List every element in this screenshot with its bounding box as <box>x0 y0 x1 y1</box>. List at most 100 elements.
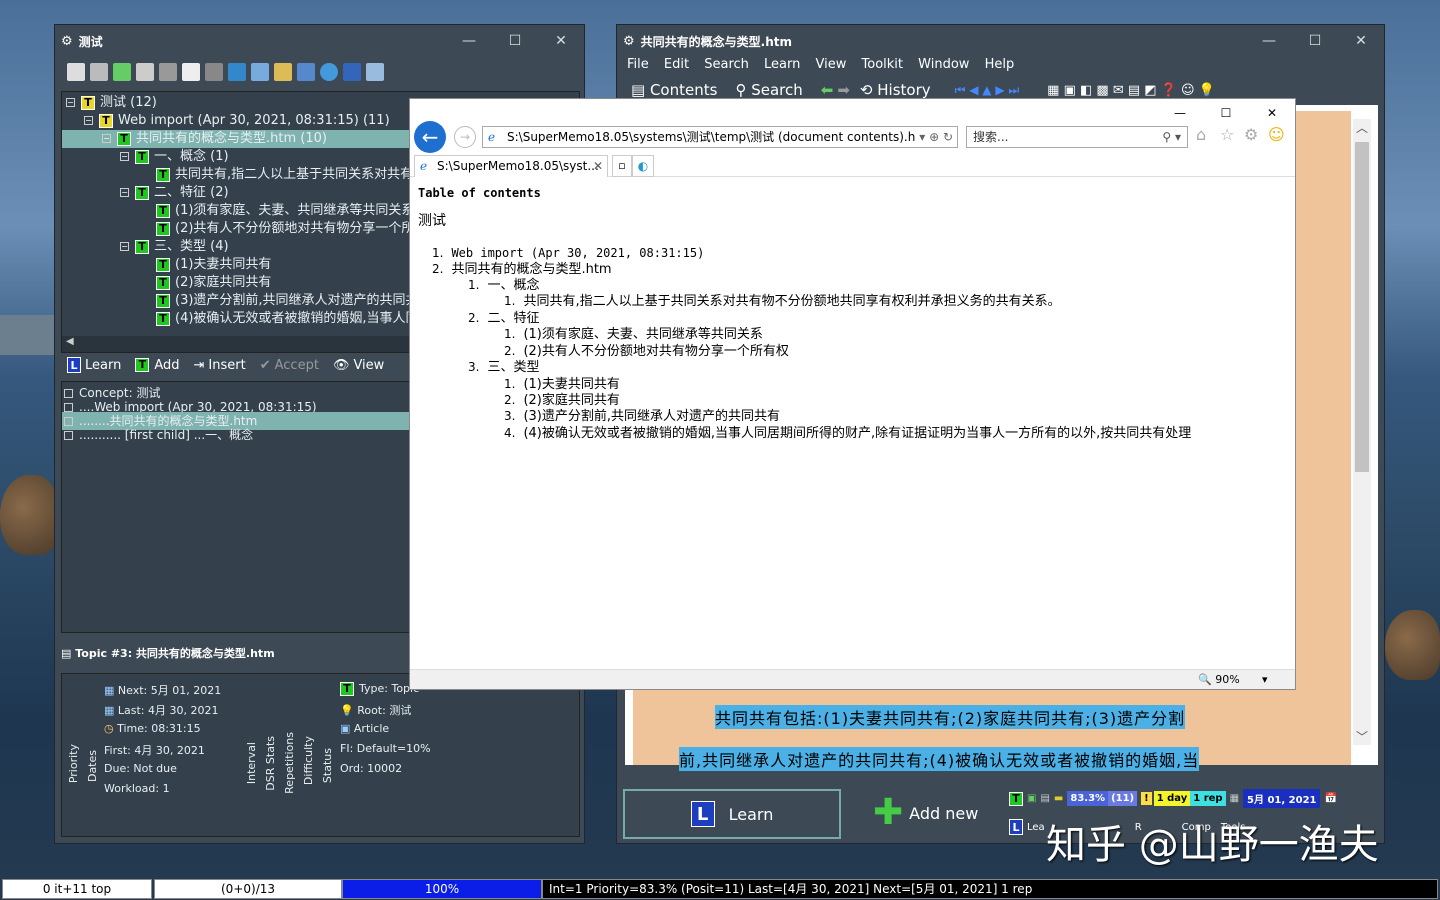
mini-learn[interactable]: Lea <box>1027 822 1045 833</box>
toc-item[interactable]: 3. 三、类型 <box>468 359 539 376</box>
view-button[interactable]: 👁 View <box>333 358 384 373</box>
list-item[interactable]: ........... [first child] ...一、概念 <box>64 426 253 444</box>
maximize-button[interactable]: ☐ <box>492 33 538 49</box>
tree-node[interactable]: − T 三、类型 (4) <box>120 238 229 256</box>
tree-node[interactable]: − T Web import (Apr 30, 2021, 08:31:15) (1… <box>84 112 390 130</box>
eye-icon[interactable] <box>182 63 200 81</box>
address-bar[interactable]: ℯ S:\SuperMemo18.05\systems\测试\temp\测试 (… <box>482 126 958 148</box>
toc-item[interactable]: 1. (1)夫妻共同共有 <box>504 376 620 393</box>
menu-file[interactable]: File <box>627 57 649 72</box>
tree-node[interactable]: − T 二、特征 (2) <box>120 184 229 202</box>
interval-label: Interval <box>245 742 258 785</box>
scrollbar-thumb[interactable] <box>1355 142 1369 472</box>
forward-button[interactable]: → <box>454 126 476 148</box>
tree-node[interactable]: − T 测试 (12) <box>66 94 157 112</box>
toc-item[interactable]: 4. (4)被确认无效或者被撤销的婚姻,当事人同居期间所得的财产,除有证据证明为当… <box>504 425 1191 442</box>
minimize-button[interactable]: — <box>1157 106 1203 120</box>
book-icon[interactable] <box>113 63 131 81</box>
ie-page-icon: ℯ <box>488 130 496 144</box>
toc-root: 测试 <box>418 213 446 229</box>
menu-view[interactable]: View <box>816 57 847 72</box>
toc-item[interactable]: 2. (2)共有人不分份额地对共有物分享一个所有权 <box>504 343 789 360</box>
close-button[interactable]: ✕ <box>1338 33 1384 49</box>
smiley-icon[interactable]: ☺ <box>1268 125 1285 144</box>
add-new-button[interactable]: ✚ Add new <box>873 795 978 831</box>
element-titlebar: ⚙ 共同共有的概念与类型.htm — ☐ ✕ <box>617 25 1384 57</box>
search-button[interactable]: ⚲ Search <box>735 81 802 99</box>
undo-icon[interactable] <box>297 63 315 81</box>
vertical-scrollbar[interactable]: ︿ ﹀ <box>1353 119 1371 745</box>
settings-icon[interactable]: ⚙ <box>1244 125 1258 144</box>
insert-button[interactable]: ⇥ Insert <box>194 358 246 373</box>
zoom-control[interactable]: 🔍 90% <box>1198 673 1240 686</box>
menu-window[interactable]: Window <box>918 57 969 72</box>
toc-item[interactable]: 1. 共同共有,指二人以上基于共同关系对共有物不分份额地共同享有权利并承担义务的共… <box>504 293 1061 310</box>
toolbar-icons[interactable]: ▦ ▣ ◧ ▩ ✉ ▤ ◩ ❓ ☺ 💡 <box>1047 83 1215 98</box>
menu-learn[interactable]: Learn <box>764 57 800 72</box>
transfer-icon[interactable] <box>228 63 246 81</box>
new-tab-button[interactable]: ▫ <box>612 155 632 177</box>
menu-help[interactable]: Help <box>985 57 1015 72</box>
tree-node[interactable]: T 共同共有,指二人以上基于共同关系对共有物 <box>156 166 426 184</box>
toc-item[interactable]: 1. 一、概念 <box>468 277 539 294</box>
swap-icon[interactable] <box>343 63 361 81</box>
tree-node[interactable]: T (1)须有家庭、夫妻、共同继承等共同关系 <box>156 202 414 220</box>
plus-icon: ✚ <box>873 792 904 833</box>
learn-button[interactable]: L Learn <box>67 357 121 373</box>
maximize-button[interactable]: ☐ <box>1292 33 1338 49</box>
minimize-button[interactable]: — <box>446 33 492 49</box>
info-icon[interactable] <box>320 63 338 81</box>
save-icon[interactable] <box>251 63 269 81</box>
tree-node[interactable]: T (3)遗产分割前,共同继承人对遗产的共同共有 <box>156 292 432 310</box>
accept-button[interactable]: ✔ Accept <box>260 358 319 373</box>
toc-item[interactable]: 1. (1)须有家庭、夫妻、共同继承等共同关系 <box>504 326 763 343</box>
browser-tab[interactable]: ℯ S:\SuperMemo18.05\syst... ✕ <box>414 155 608 177</box>
browser-content: Table of contents 测试 1. Web import (Apr 3… <box>410 177 1295 669</box>
toc-item[interactable]: 2. (2)家庭共同共有 <box>504 392 620 409</box>
status-items: 0 it+11 top <box>2 879 152 899</box>
contents-button[interactable]: ▤ Contents <box>631 81 717 99</box>
tree-node[interactable]: T (1)夫妻共同共有 <box>156 256 271 274</box>
close-button[interactable]: ✕ <box>538 33 584 49</box>
toc-item[interactable]: 3. (3)遗产分割前,共同继承人对遗产的共同共有 <box>504 408 780 425</box>
minimize-button[interactable]: — <box>1246 33 1292 49</box>
toc-item[interactable]: 2. 二、特征 <box>468 310 539 327</box>
close-button[interactable]: ✕ <box>1249 106 1295 120</box>
pct-badge: 83.3% <box>1067 791 1109 806</box>
tree-node[interactable]: T (2)家庭共同共有 <box>156 274 271 292</box>
back-arrow-icon[interactable]: ⬅ <box>821 81 834 99</box>
table-icon[interactable] <box>90 63 108 81</box>
repetitions-label: Repetitions <box>283 732 296 794</box>
fi-value: FI: Default=10% <box>340 742 431 755</box>
edge-icon[interactable]: ◐ <box>632 155 654 177</box>
forward-arrow-icon[interactable]: ➡ <box>837 81 850 99</box>
toc-item[interactable]: 2. 共同共有的概念与类型.htm <box>432 261 612 278</box>
gear-icon[interactable] <box>274 63 292 81</box>
binoculars-icon[interactable] <box>159 63 177 81</box>
menu-toolkit[interactable]: Toolkit <box>862 57 904 72</box>
tree-node[interactable]: T (2)共有人不分份额地对共有物分享一个所有 <box>156 220 427 238</box>
folder-icon: ▣ <box>1027 793 1037 804</box>
element-title: 共同共有的概念与类型.htm <box>640 34 792 49</box>
first-icon[interactable]: ⏮ ◀ ▲ ▶ ⏭ <box>955 83 1020 98</box>
list-icon[interactable] <box>67 63 85 81</box>
search-icon[interactable] <box>366 63 384 81</box>
menu-edit[interactable]: Edit <box>664 57 689 72</box>
columns-icon[interactable] <box>136 63 154 81</box>
home-icon[interactable]: ⌂ <box>1196 125 1206 144</box>
maximize-button[interactable]: ☐ <box>1203 106 1249 120</box>
zoom-dropdown-icon[interactable]: ▾ <box>1262 673 1268 686</box>
back-button[interactable]: ← <box>414 121 446 153</box>
menu-search[interactable]: Search <box>704 57 749 72</box>
tree-node[interactable]: − T 一、概念 (1) <box>120 148 229 166</box>
last-date: ▦ Last: 4月 30, 2021 <box>104 704 219 717</box>
toc-item[interactable]: 1. Web import (Apr 30, 2021, 08:31:15) <box>432 245 704 262</box>
history-button[interactable]: ⟲ History <box>860 81 931 99</box>
film-icon[interactable] <box>205 63 223 81</box>
add-button[interactable]: T Add <box>135 358 180 373</box>
topic-panel-title: ▤ Topic #3: 共同共有的概念与类型.htm <box>61 647 275 660</box>
learn-big-button[interactable]: L Learn <box>623 789 841 839</box>
browser-search-input[interactable]: 搜索... ⚲ ▾ <box>966 126 1188 148</box>
favorites-icon[interactable]: ☆ <box>1220 125 1234 144</box>
tree-node[interactable]: T (4)被确认无效或者被撤销的婚姻,当事人同居 <box>156 310 432 328</box>
